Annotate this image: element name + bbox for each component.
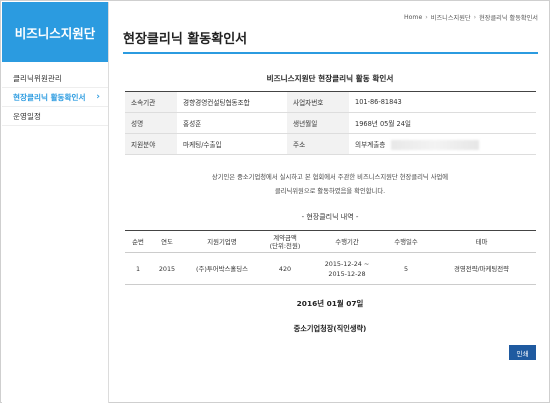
window-frame: 비즈니스지원단 클리닉위원관리 현장클리닉 활동확인서 › 운영일정 Home … xyxy=(0,0,550,403)
table-row: 소속기관 경향경영컨설팅협동조합 사업자번호 101-86-81843 xyxy=(125,91,536,113)
cell-no: 1 xyxy=(125,252,151,285)
chevron-right-icon: › xyxy=(473,14,477,21)
info-value: 1968년 05월 24일 xyxy=(349,112,536,134)
info-label: 지원분야 xyxy=(125,133,177,155)
period-start: 2015-12-24 ~ xyxy=(324,259,370,268)
cell-days: 5 xyxy=(385,252,427,285)
cell-year: 2015 xyxy=(151,252,183,285)
table-header-row: 순번 연도 지원기업명 계약금액 (단위:천원) 수행기간 수행일수 테마 xyxy=(125,230,536,253)
breadcrumb: Home › 비즈니스지원단 › 현장클리닉 활동확인서 xyxy=(404,13,538,22)
info-label: 주소 xyxy=(287,133,349,155)
activity-table: 순번 연도 지원기업명 계약금액 (단위:천원) 수행기간 수행일수 테마 1 … xyxy=(125,230,536,285)
sidebar: 비즈니스지원단 클리닉위원관리 현장클리닉 활동확인서 › 운영일정 xyxy=(2,2,109,403)
column-header-period: 수행기간 xyxy=(309,230,385,253)
info-value: 마케팅/수출입 xyxy=(177,133,287,155)
info-table: 소속기관 경향경영컨설팅협동조합 사업자번호 101-86-81843 성명 홍… xyxy=(125,91,536,155)
cell-company: (주)투어박스홀딩스 xyxy=(183,252,261,285)
sidebar-menu: 클리닉위원관리 현장클리닉 활동확인서 › 운영일정 xyxy=(2,69,108,126)
chevron-right-icon: › xyxy=(425,14,428,21)
info-address-cell: 의부계출층 xyxy=(349,133,536,155)
cell-theme: 경영전략/마케팅전략 xyxy=(427,252,536,285)
sidebar-item-label: 클리닉위원관리 xyxy=(13,73,62,83)
title-divider xyxy=(123,52,538,54)
info-value: 홍성훈 xyxy=(177,112,287,134)
chevron-right-icon: › xyxy=(96,92,100,102)
column-header-no: 순번 xyxy=(125,230,151,253)
info-label: 성명 xyxy=(125,112,177,134)
info-value: 101-86-81843 xyxy=(349,91,536,113)
section-title: - 현장클리닉 내역 - xyxy=(301,213,359,221)
table-row: 성명 홍성훈 생년월일 1968년 05월 24일 xyxy=(125,112,536,134)
column-header-amount: 계약금액 (단위:천원) xyxy=(261,230,309,253)
redacted-block xyxy=(391,139,480,150)
table-row: 1 2015 (주)투어박스홀딩스 420 2015-12-24 ~ 2015-… xyxy=(125,252,536,285)
cell-period: 2015-12-24 ~ 2015-12-28 xyxy=(309,252,385,285)
cell-amount: 420 xyxy=(261,252,309,285)
column-header-days: 수행일수 xyxy=(385,230,427,253)
confirmation-statement: 상기인은 중소기업청에서 실시하고 본 협회에서 주관한 비즈니스지원단 현장클… xyxy=(110,171,550,199)
breadcrumb-current: 현장클리닉 활동확인서 xyxy=(479,15,538,22)
sidebar-item-label: 운영일정 xyxy=(13,111,41,121)
sidebar-item-schedule[interactable]: 운영일정 xyxy=(2,107,108,126)
period-end: 2015-12-28 xyxy=(328,269,366,278)
page-title: 현장클리닉 활동확인서 xyxy=(123,32,248,47)
breadcrumb-home[interactable]: Home xyxy=(404,14,422,21)
column-header-year: 연도 xyxy=(151,230,183,253)
sidebar-item-clinic-members[interactable]: 클리닉위원관리 xyxy=(2,69,108,88)
column-header-theme: 테마 xyxy=(427,230,536,253)
column-header-company: 지원기업명 xyxy=(183,230,261,253)
info-value: 의부계출층 xyxy=(355,140,386,149)
info-label: 생년월일 xyxy=(287,112,349,134)
print-button[interactable]: 인쇄 xyxy=(509,345,536,360)
sidebar-item-label: 현장클리닉 활동확인서 xyxy=(13,92,86,102)
statement-line: 클리닉위원으로 활동하였음을 확인합니다. xyxy=(274,188,386,195)
signer: 중소기업청장(직인생략) xyxy=(293,324,367,333)
main-content: Home › 비즈니스지원단 › 현장클리닉 활동확인서 현장클리닉 활동확인서… xyxy=(110,2,550,403)
sidebar-brand[interactable]: 비즈니스지원단 xyxy=(2,2,108,62)
document-title: 비즈니스지원단 현장클리닉 활동 확인서 xyxy=(266,74,394,83)
breadcrumb-business-support[interactable]: 비즈니스지원단 xyxy=(431,13,471,22)
info-value: 경향경영컨설팅협동조합 xyxy=(177,91,287,113)
info-label: 소속기관 xyxy=(125,91,177,113)
info-label: 사업자번호 xyxy=(287,91,349,113)
statement-line: 상기인은 중소기업청에서 실시하고 본 협회에서 주관한 비즈니스지원단 현장클… xyxy=(211,174,449,181)
table-row: 지원분야 마케팅/수출입 주소 의부계출층 xyxy=(125,133,536,155)
sidebar-item-clinic-activity-confirmation[interactable]: 현장클리닉 활동확인서 › xyxy=(2,88,108,107)
issue-date: 2016년 01월 07일 xyxy=(296,299,364,308)
